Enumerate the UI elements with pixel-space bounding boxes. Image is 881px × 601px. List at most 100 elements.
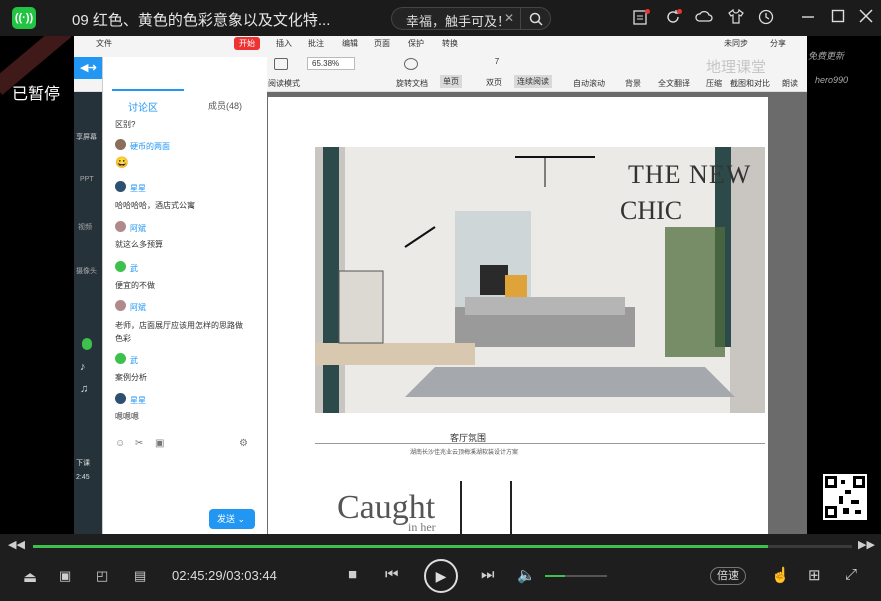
- avatar: [115, 353, 126, 364]
- compare-button[interactable]: 截图和对比: [730, 78, 770, 89]
- menu-convert[interactable]: 转换: [442, 38, 458, 49]
- overlay-watermark: 地理课堂: [706, 59, 767, 76]
- clock-readout: 2:45: [76, 474, 90, 481]
- fast-forward-icon[interactable]: ▶▶: [858, 538, 875, 551]
- video-label: 视频: [78, 224, 92, 231]
- menu-insert[interactable]: 插入: [276, 38, 292, 49]
- tab-discussion[interactable]: 讨论区: [128, 99, 158, 114]
- chat-username[interactable]: 星星: [130, 183, 146, 194]
- camera-label: 摄像头: [76, 268, 97, 275]
- rewind-icon[interactable]: ◀◀: [8, 538, 25, 551]
- play-icon: ▶: [435, 567, 447, 584]
- play-button[interactable]: ▶: [424, 559, 458, 593]
- screenshot-icon[interactable]: ◰: [96, 568, 108, 584]
- toolbox-icon[interactable]: ⊞: [808, 566, 821, 584]
- avatar: [115, 300, 126, 311]
- volume-icon[interactable]: 🔈: [517, 566, 536, 584]
- chat-message: 就这么多预算: [115, 240, 163, 249]
- subtitle-icon[interactable]: ▣: [59, 568, 71, 584]
- share-screen-label: 享屏幕: [76, 134, 97, 141]
- minimize-icon[interactable]: [799, 9, 817, 27]
- send-label: 发送: [217, 514, 236, 524]
- read-mode-button[interactable]: 阅读模式: [268, 78, 300, 89]
- image-icon[interactable]: ▣: [155, 438, 164, 449]
- photo-subcaption: 湖南长沙佳兆业云顶梅溪湖软装设计方案: [410, 450, 519, 456]
- zoom-select[interactable]: 65.38%: [307, 57, 355, 70]
- page2-subtitle: in her: [408, 520, 436, 534]
- menu-file[interactable]: 文件: [96, 38, 112, 49]
- menu-edit[interactable]: 编辑: [342, 38, 358, 49]
- speed-button[interactable]: 倍速: [710, 567, 746, 585]
- translate-button[interactable]: 全文翻译: [658, 78, 690, 89]
- forward-icon[interactable]: ➜: [88, 61, 97, 74]
- watermark-line1: 免费更新: [808, 51, 845, 61]
- mic-icon[interactable]: [82, 338, 92, 350]
- fullscreen-icon[interactable]: ⤢: [845, 566, 857, 583]
- music-icon[interactable]: ♫: [80, 383, 88, 395]
- search-box[interactable]: 幸福，触手可及！ ✕: [391, 7, 551, 30]
- close-icon[interactable]: [857, 9, 875, 27]
- tab-indicator: [112, 89, 184, 91]
- chat-message: 便宜的不做: [115, 281, 155, 290]
- menu-home[interactable]: 开始: [234, 37, 260, 50]
- chat-username[interactable]: 硬币的两面: [130, 141, 170, 152]
- eject-icon[interactable]: ⏏: [23, 568, 37, 586]
- maximize-icon[interactable]: [829, 9, 847, 27]
- tab-members[interactable]: 成员(48): [208, 99, 242, 112]
- single-page-button[interactable]: 单页: [440, 75, 462, 88]
- send-button[interactable]: 发送 ⌄: [209, 509, 255, 529]
- chic-title-line1: THE NEW: [628, 160, 752, 189]
- avatar: [115, 139, 126, 150]
- notification-dot: [645, 9, 650, 14]
- background-button[interactable]: 背景: [625, 78, 641, 89]
- speaker-icon[interactable]: ♪: [80, 361, 86, 373]
- stop-icon[interactable]: ■: [348, 566, 357, 583]
- chat-username[interactable]: 武: [130, 355, 138, 366]
- emoji-icon[interactable]: ☺: [115, 438, 125, 449]
- search-input[interactable]: 幸福，触手可及！: [406, 11, 510, 30]
- settings-icon[interactable]: ⚙: [239, 438, 248, 449]
- menu-annotate[interactable]: 批注: [308, 38, 324, 49]
- app-logo: ((·)): [12, 7, 36, 29]
- chic-title-line2: CHIC: [620, 196, 683, 225]
- search-button[interactable]: [520, 7, 551, 30]
- read-aloud-button[interactable]: 朗读: [782, 78, 798, 89]
- cloud-icon[interactable]: [695, 9, 713, 27]
- rotate-button[interactable]: 旋转文档: [396, 78, 428, 89]
- avatar: [115, 261, 126, 272]
- share-button[interactable]: 分享: [770, 38, 786, 49]
- read-mode-icon[interactable]: [274, 58, 288, 70]
- next-icon[interactable]: ⏭: [481, 566, 495, 583]
- auto-scroll-button[interactable]: 自动滚动: [573, 78, 605, 89]
- hand-icon[interactable]: ☝: [771, 566, 790, 584]
- watermark-line2: hero990: [815, 75, 849, 85]
- tshirt-icon[interactable]: [727, 8, 745, 27]
- previous-icon[interactable]: ⏮: [385, 566, 399, 583]
- menu-page[interactable]: 页面: [374, 38, 390, 49]
- chevron-down-icon[interactable]: ⌄: [238, 514, 246, 524]
- chat-username[interactable]: 阿斌: [130, 223, 146, 234]
- clear-icon[interactable]: ✕: [504, 11, 514, 25]
- notification-dot: [677, 9, 682, 14]
- qr-code: [823, 474, 867, 520]
- chat-username[interactable]: 星星: [130, 395, 146, 406]
- chat-username[interactable]: 武: [130, 263, 138, 274]
- double-page-button[interactable]: 双页: [486, 77, 502, 88]
- sync-status[interactable]: 未同步: [724, 38, 748, 49]
- chat-message: 区别?: [115, 120, 136, 129]
- caption-divider: [315, 443, 765, 444]
- vr-icon[interactable]: ▤: [134, 568, 146, 584]
- rotate-icon[interactable]: [404, 58, 418, 70]
- compress-button[interactable]: 压缩: [706, 78, 722, 89]
- continuous-read-button[interactable]: 连续阅读: [514, 75, 552, 88]
- clock-icon[interactable]: [757, 9, 775, 27]
- menu-protect[interactable]: 保护: [408, 38, 424, 49]
- scissors-icon[interactable]: ✂: [135, 438, 143, 449]
- chat-username[interactable]: 阿斌: [130, 302, 146, 313]
- chat-message: 案例分析: [115, 373, 147, 382]
- time-readout: 02:45:29/03:03:44: [172, 568, 277, 583]
- end-class-label[interactable]: 下课: [76, 458, 90, 468]
- chat-message: 😀: [115, 157, 129, 169]
- page2-line: [510, 481, 512, 534]
- page-number-input[interactable]: 7: [472, 57, 522, 70]
